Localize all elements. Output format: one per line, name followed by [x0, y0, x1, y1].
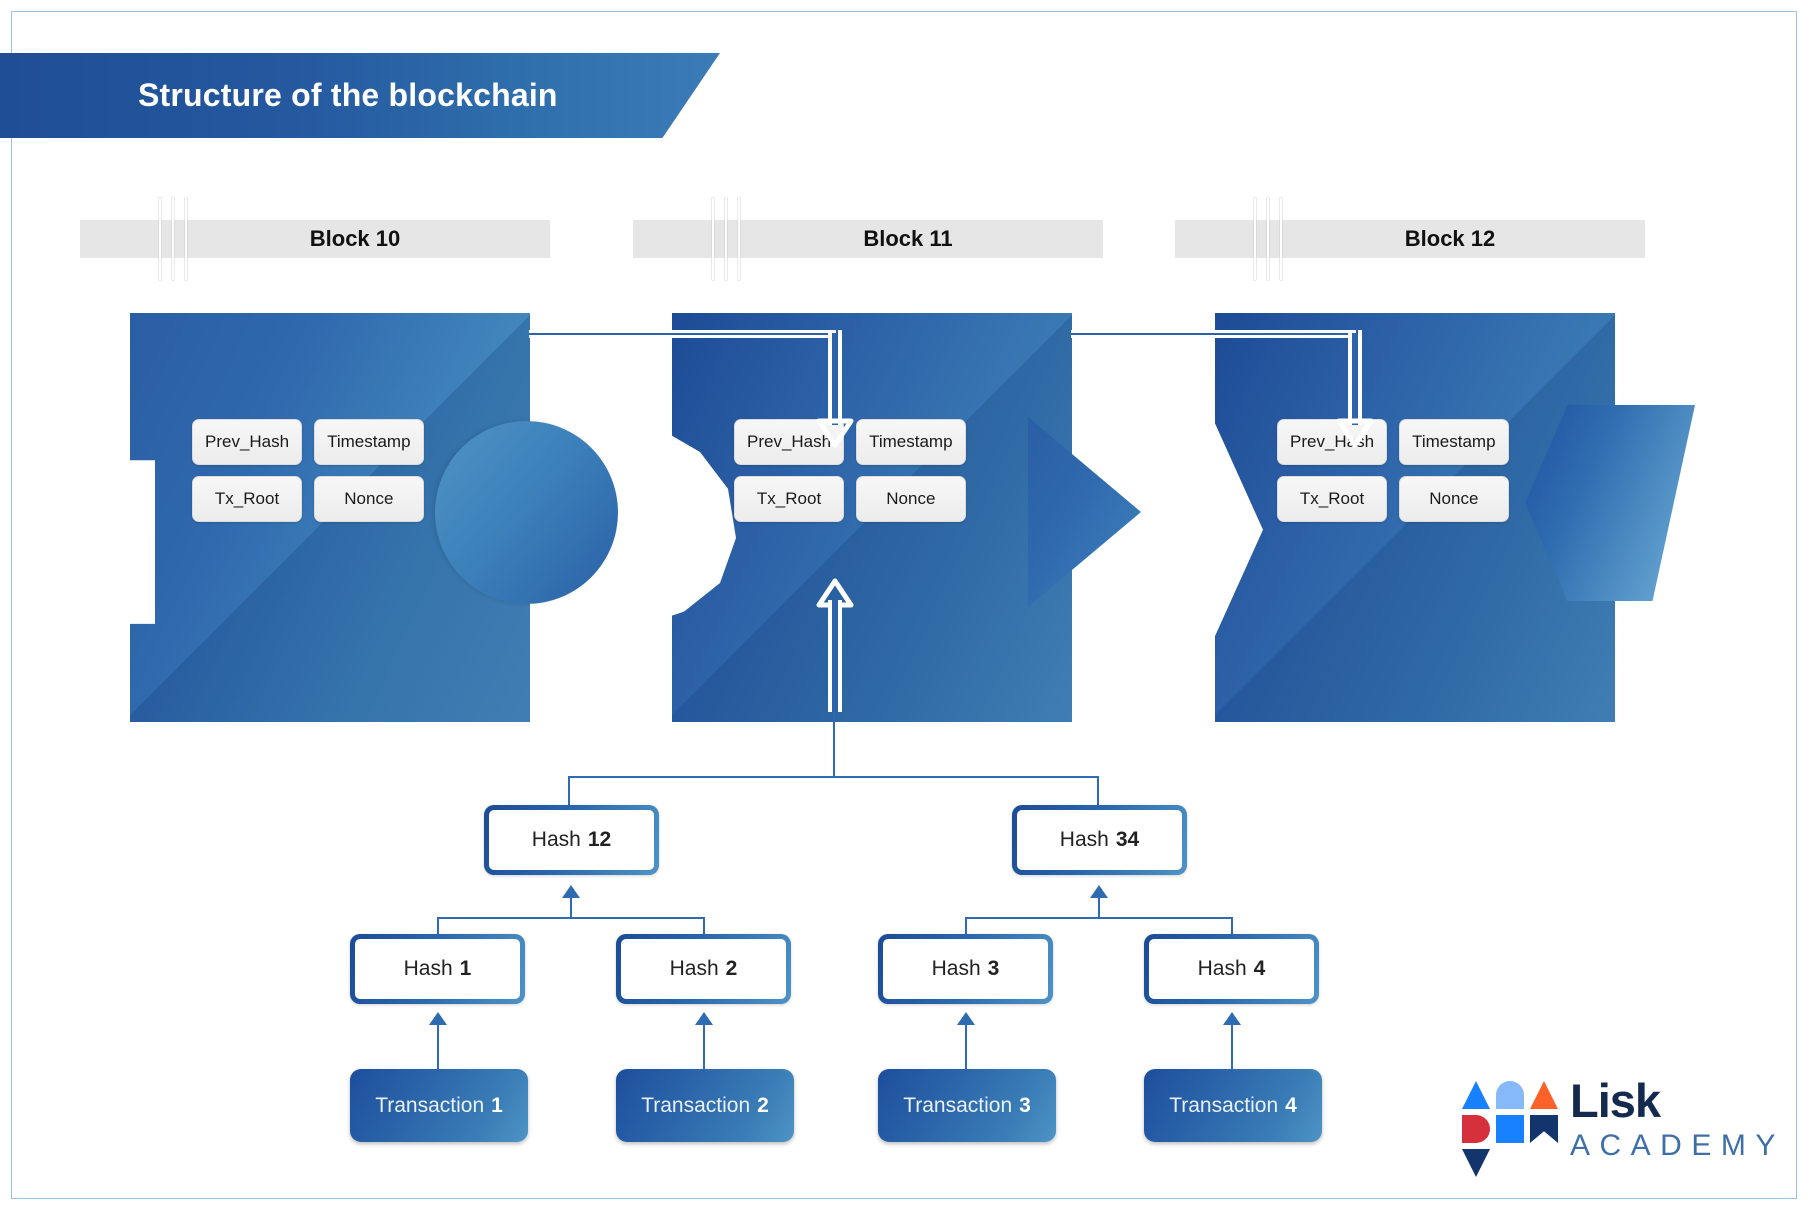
triangle-up-icon: [1530, 1081, 1558, 1109]
field-tx-root[interactable]: Tx_Root: [192, 476, 303, 522]
transaction-box-4[interactable]: Transaction 4: [1144, 1069, 1322, 1142]
transaction-box-1[interactable]: Transaction 1: [350, 1069, 528, 1142]
lisk-academy-logo: Lisk ACADEMY: [1462, 1075, 1775, 1185]
transaction-label: Transaction: [1169, 1093, 1279, 1117]
transaction-number: 1: [491, 1093, 503, 1117]
block-header-11: Block 11: [633, 198, 1103, 280]
hash-number: 4: [1253, 957, 1266, 980]
lisk-mark: [1462, 1081, 1558, 1181]
hash-number: 34: [1115, 828, 1140, 851]
m-shape-icon: [1530, 1115, 1558, 1143]
field-timestamp[interactable]: Timestamp: [314, 419, 424, 465]
hash-box-12[interactable]: Hash 12: [484, 805, 659, 875]
brand-name: Lisk: [1570, 1074, 1661, 1127]
hash-label: Hash: [403, 957, 453, 980]
hash-label: Hash: [1059, 828, 1109, 851]
block-12-fields: Prev_Hash Timestamp Tx_Root Nonce: [1277, 419, 1509, 522]
square-icon: [1496, 1115, 1524, 1143]
transaction-number: 2: [757, 1093, 769, 1117]
field-nonce[interactable]: Nonce: [1399, 476, 1509, 522]
hash-number: 12: [587, 828, 612, 851]
arrow-down-icon: [1336, 418, 1374, 448]
transaction-box-2[interactable]: Transaction 2: [616, 1069, 794, 1142]
lisk-wordmark: Lisk ACADEMY: [1570, 1075, 1785, 1165]
hash-number: 1: [459, 957, 472, 980]
brand-sub: ACADEMY: [1570, 1129, 1785, 1162]
block-header-label: Block 10: [309, 226, 401, 251]
triangle-up-icon: [1462, 1081, 1490, 1109]
field-timestamp[interactable]: Timestamp: [1399, 419, 1509, 465]
field-nonce[interactable]: Nonce: [856, 476, 966, 522]
half-circle-icon: [1496, 1081, 1524, 1109]
hash-label: Hash: [531, 828, 581, 851]
hash-number: 3: [987, 957, 1000, 980]
field-timestamp[interactable]: Timestamp: [856, 419, 966, 465]
transaction-label: Transaction: [375, 1093, 485, 1117]
block-11-triangle-knob: [1028, 417, 1141, 607]
block-10[interactable]: Prev_Hash Timestamp Tx_Root Nonce: [130, 313, 618, 722]
block-12[interactable]: Prev_Hash Timestamp Tx_Root Nonce: [1215, 313, 1695, 722]
triangle-down-icon: [1462, 1149, 1490, 1177]
hash-box-2[interactable]: Hash 2: [616, 934, 791, 1004]
title-banner: Structure of the blockchain: [0, 53, 720, 138]
arrow-down-icon: [816, 418, 854, 448]
d-shape-icon: [1462, 1115, 1490, 1143]
hash-box-34[interactable]: Hash 34: [1012, 805, 1187, 875]
hash-box-4[interactable]: Hash 4: [1144, 934, 1319, 1004]
hash-label: Hash: [931, 957, 981, 980]
block-11[interactable]: Prev_Hash Timestamp Tx_Root Nonce: [672, 313, 1141, 722]
transaction-label: Transaction: [903, 1093, 1013, 1117]
page-title: Structure of the blockchain: [138, 77, 558, 113]
transaction-box-3[interactable]: Transaction 3: [878, 1069, 1056, 1142]
field-tx-root[interactable]: Tx_Root: [1277, 476, 1388, 522]
hash-label: Hash: [1197, 957, 1247, 980]
transaction-number: 3: [1019, 1093, 1031, 1117]
field-prev-hash[interactable]: Prev_Hash: [192, 419, 303, 465]
hash-box-1[interactable]: Hash 1: [350, 934, 525, 1004]
field-nonce[interactable]: Nonce: [314, 476, 424, 522]
hash-box-3[interactable]: Hash 3: [878, 934, 1053, 1004]
transaction-number: 4: [1285, 1093, 1297, 1117]
block-10-circle-knob: [435, 421, 618, 604]
block-header-label: Block 12: [1404, 226, 1496, 251]
transaction-label: Transaction: [641, 1093, 751, 1117]
hash-label: Hash: [669, 957, 719, 980]
block-header-10: Block 10: [80, 198, 550, 280]
block-10-fields: Prev_Hash Timestamp Tx_Root Nonce: [192, 419, 424, 522]
block-header-label: Block 11: [863, 226, 953, 251]
hash-number: 2: [725, 957, 738, 980]
block-header-12: Block 12: [1175, 198, 1645, 280]
field-tx-root[interactable]: Tx_Root: [734, 476, 845, 522]
